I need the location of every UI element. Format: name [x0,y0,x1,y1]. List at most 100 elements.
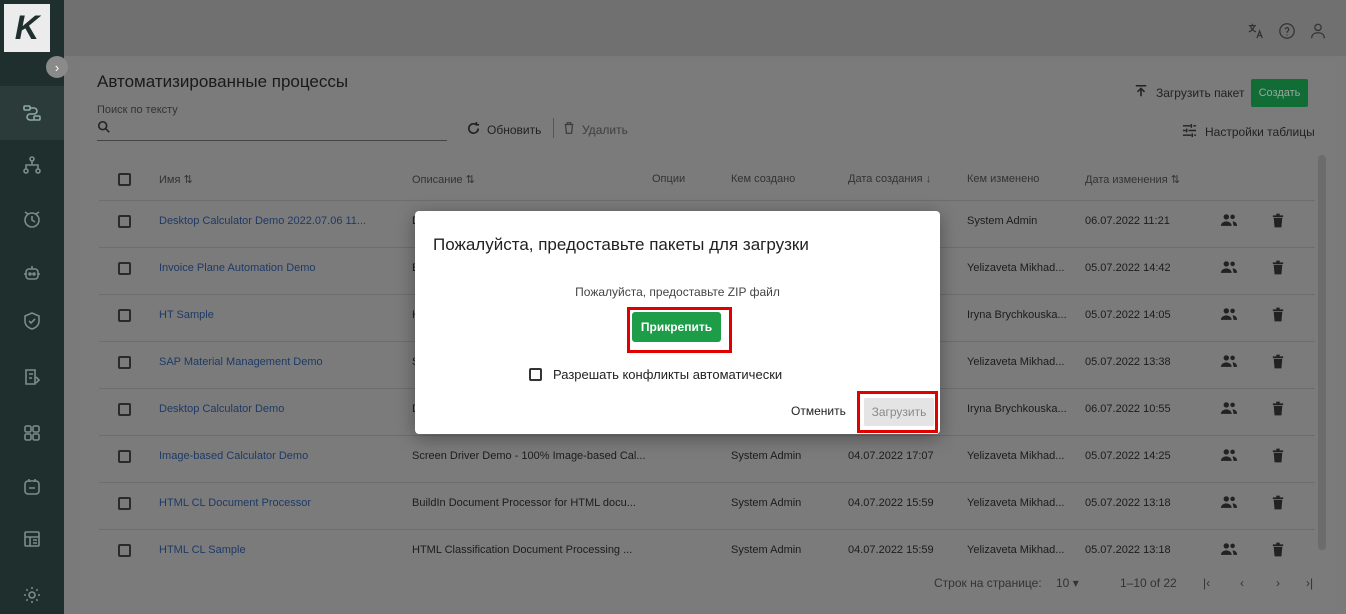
delete-row-icon[interactable] [1272,401,1284,419]
created-by: System Admin [731,544,802,556]
modified-by: Yelizaveta Mikhad... [967,262,1065,274]
created-by: System Admin [731,450,802,462]
next-page-icon[interactable]: › [1276,576,1280,590]
modified-by: Yelizaveta Mikhad... [967,450,1065,462]
rows-per-page-select[interactable]: 10 ▾ [1056,576,1079,590]
translate-icon[interactable] [1245,20,1267,42]
permissions-icon[interactable] [1220,542,1238,560]
permissions-icon[interactable] [1220,307,1238,325]
column-header-description[interactable]: Описание ⇅ [412,173,475,186]
first-page-icon[interactable]: |‹ [1203,576,1210,590]
sidebar-expand-button[interactable]: › [46,56,68,78]
modified-by: Yelizaveta Mikhad... [967,497,1065,509]
robot-icon[interactable] [0,246,64,300]
column-header-name[interactable]: Имя ⇅ [159,173,193,186]
process-name-link[interactable]: Desktop Calculator Demo [159,403,284,415]
modified-by: System Admin [967,215,1038,227]
permissions-icon[interactable] [1220,354,1238,372]
upload-submit-button[interactable]: Загрузить [864,398,934,426]
refresh-button[interactable]: Обновить [466,121,541,139]
modified-at: 06.07.2022 11:21 [1085,215,1170,227]
process-name-link[interactable]: Desktop Calculator Demo 2022.07.06 11... [159,215,366,227]
storage-icon[interactable] [0,460,64,514]
created-at: 04.07.2022 17:07 [848,450,934,462]
processes-icon[interactable] [0,86,64,140]
queue-icon[interactable] [0,350,64,404]
dialog-title: Пожалуйста, предоставьте пакеты для загр… [433,235,809,254]
last-page-icon[interactable]: ›| [1306,576,1313,590]
hierarchy-icon[interactable] [0,138,64,192]
modified-by: Yelizaveta Mikhad... [967,544,1065,556]
tune-icon [1182,123,1197,141]
column-header-modified-by[interactable]: Кем изменено [967,173,1039,185]
delete-row-icon[interactable] [1272,354,1284,372]
select-all-checkbox[interactable] [118,173,131,186]
rows-per-page-label: Строк на странице: [934,576,1042,590]
clock-icon[interactable] [0,192,64,246]
settings-icon[interactable] [0,568,64,614]
row-divider [99,435,1315,436]
table-scrollbar[interactable] [1318,155,1326,550]
row-checkbox[interactable] [118,215,131,228]
help-icon[interactable] [1276,20,1298,42]
created-by: System Admin [731,497,802,509]
delete-row-icon[interactable] [1272,307,1284,325]
delete-button[interactable]: Удалить [562,121,628,138]
row-checkbox[interactable] [118,497,131,510]
permissions-icon[interactable] [1220,213,1238,231]
calendar-icon[interactable] [0,512,64,566]
table-settings-button[interactable]: Настройки таблицы [1182,123,1315,141]
row-checkbox[interactable] [118,262,131,275]
search-input[interactable] [97,140,447,141]
column-header-options: Опции [652,173,686,185]
process-description: HTML Classification Document Processing … [412,544,633,556]
app-logo[interactable]: K [4,4,50,52]
shield-icon[interactable] [0,294,64,348]
process-name-link[interactable]: Invoice Plane Automation Demo [159,262,316,274]
process-name-link[interactable]: Image-based Calculator Demo [159,450,308,462]
modified-at: 05.07.2022 13:38 [1085,356,1171,368]
column-header-created-by[interactable]: Кем создано [731,173,795,185]
cancel-button[interactable]: Отменить [791,404,846,418]
attach-button[interactable]: Прикрепить [632,312,721,342]
search-icon[interactable] [97,120,111,137]
modified-at: 05.07.2022 13:18 [1085,497,1171,509]
row-checkbox[interactable] [118,403,131,416]
process-name-link[interactable]: SAP Material Management Demo [159,356,323,368]
delete-row-icon[interactable] [1272,448,1284,466]
permissions-icon[interactable] [1220,401,1238,419]
process-name-link[interactable]: HT Sample [159,309,214,321]
create-button[interactable]: Создать [1251,79,1308,107]
user-icon[interactable] [1307,20,1329,42]
auto-resolve-checkbox[interactable] [529,368,542,381]
permissions-icon[interactable] [1220,448,1238,466]
toolbar-divider [553,118,554,138]
permissions-icon[interactable] [1220,495,1238,513]
delete-row-icon[interactable] [1272,213,1284,231]
permissions-icon[interactable] [1220,260,1238,278]
upload-dialog: Пожалуйста, предоставьте пакеты для загр… [415,211,940,434]
page-range: 1–10 of 22 [1120,576,1177,590]
modified-at: 05.07.2022 14:42 [1085,262,1171,274]
process-name-link[interactable]: HTML CL Document Processor [159,497,311,509]
row-checkbox[interactable] [118,544,131,557]
modified-at: 05.07.2022 14:25 [1085,450,1171,462]
row-checkbox[interactable] [118,450,131,463]
column-header-modified-at[interactable]: Дата изменения ⇅ [1085,173,1180,186]
modified-at: 05.07.2022 13:18 [1085,544,1171,556]
process-description: Screen Driver Demo - 100% Image-based Ca… [412,450,646,462]
column-header-created-at[interactable]: Дата создания ↓ [848,173,931,185]
modified-by: Iryna Brychkouska... [967,309,1067,321]
trash-icon [562,121,576,138]
delete-row-icon[interactable] [1272,260,1284,278]
process-name-link[interactable]: HTML CL Sample [159,544,246,556]
row-checkbox[interactable] [118,309,131,322]
prev-page-icon[interactable]: ‹ [1240,576,1244,590]
page-title: Автоматизированные процессы [97,72,349,91]
modified-at: 05.07.2022 14:05 [1085,309,1171,321]
grid-icon[interactable] [0,406,64,460]
row-checkbox[interactable] [118,356,131,369]
delete-row-icon[interactable] [1272,542,1284,560]
delete-row-icon[interactable] [1272,495,1284,513]
upload-package-button[interactable]: Загрузить пакет [1134,84,1244,101]
